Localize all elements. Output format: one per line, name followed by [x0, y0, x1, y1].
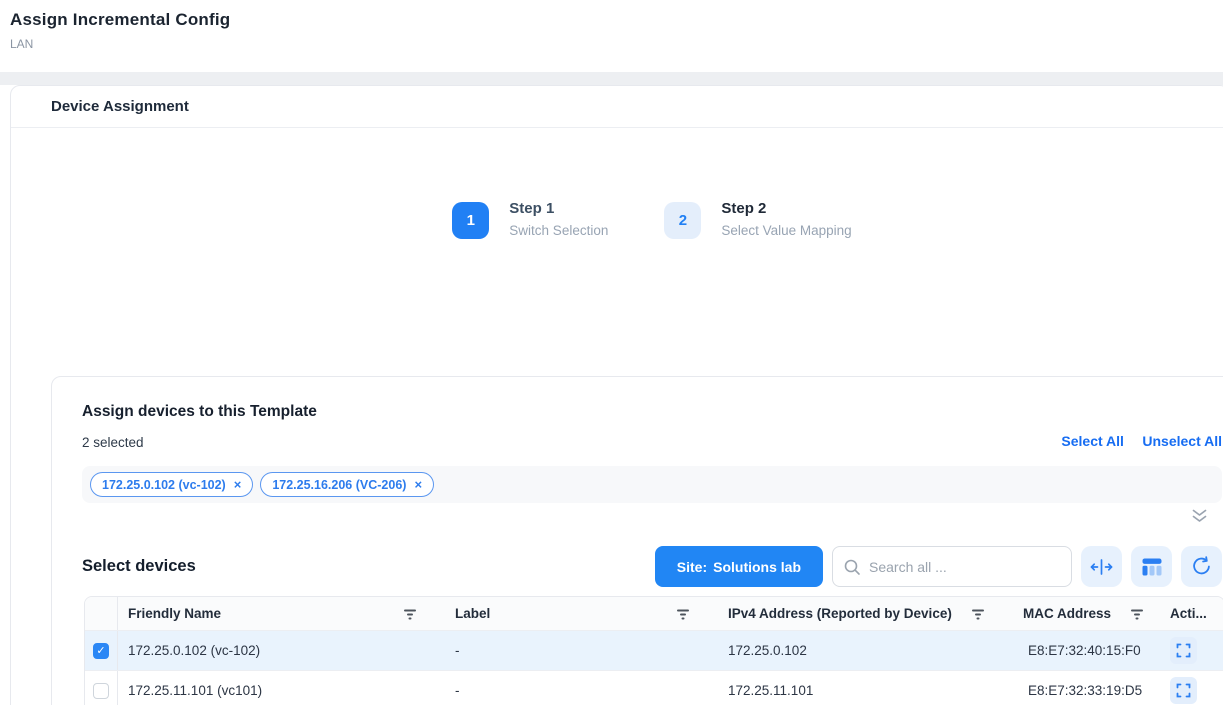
expand-row-button[interactable]	[1170, 677, 1197, 704]
friendly-name-cell: 172.25.0.102 (vc-102)	[118, 631, 445, 670]
search-input[interactable]	[869, 559, 1061, 575]
unselect-all-link[interactable]: Unselect All	[1142, 433, 1222, 449]
chip-remove-icon[interactable]: ×	[234, 478, 242, 491]
fit-columns-button[interactable]	[1081, 546, 1122, 587]
assignment-panel: Assign devices to this Template 2 select…	[51, 376, 1223, 705]
step-1-badge: 1	[452, 202, 489, 239]
label-cell: -	[445, 671, 718, 705]
col-label: IPv4 Address (Reported by Device)	[728, 606, 952, 621]
step-2-text: Step 2 Select Value Mapping	[721, 202, 851, 238]
chip-remove-icon[interactable]: ×	[414, 478, 422, 491]
expand-row-button[interactable]	[1170, 637, 1197, 664]
refresh-icon	[1191, 556, 1212, 577]
devices-table: Friendly Name Label	[84, 596, 1223, 705]
col-label: Friendly Name	[128, 606, 221, 621]
stepper-step-1[interactable]: 1 Step 1 Switch Selection	[452, 202, 608, 239]
col-header-mac: MAC Address	[1013, 597, 1158, 630]
label-cell: -	[445, 631, 718, 670]
filter-icon[interactable]	[676, 608, 690, 620]
assignment-title: Assign devices to this Template	[82, 403, 1222, 421]
background-band	[0, 72, 1223, 85]
step-1-text: Step 1 Switch Selection	[509, 202, 608, 238]
selection-summary-row: 2 selected Select All Unselect All	[82, 433, 1222, 451]
step-2-title: Step 2	[721, 200, 851, 217]
search-box	[832, 546, 1072, 587]
friendly-name-cell: 172.25.11.101 (vc101)	[118, 671, 445, 705]
stepper-step-2[interactable]: 2 Step 2 Select Value Mapping	[664, 202, 851, 239]
selected-device-chip[interactable]: 172.25.0.102 (vc-102) ×	[90, 472, 253, 497]
selection-links: Select All Unselect All	[1047, 433, 1222, 451]
table-columns-icon	[1142, 558, 1162, 576]
select-devices-title: Select devices	[82, 557, 196, 576]
row-checkbox[interactable]	[93, 683, 109, 699]
col-resize-icon	[1090, 559, 1113, 575]
chip-label: 172.25.0.102 (vc-102)	[102, 478, 226, 492]
expand-icon	[1176, 643, 1191, 658]
checkbox-cell	[85, 671, 118, 705]
selected-devices-band: 172.25.0.102 (vc-102) × 172.25.16.206 (V…	[82, 466, 1222, 503]
step-2-badge: 2	[664, 202, 701, 239]
stepper: 1 Step 1 Switch Selection 2 Step 2 Selec…	[11, 202, 1223, 239]
mac-cell: E8:E7:32:33:19:D5	[1013, 671, 1158, 705]
devices-toolbar: Select devices Site: Solutions lab	[82, 546, 1222, 587]
row-checkbox[interactable]: ✓	[93, 643, 109, 659]
card-title: Device Assignment	[51, 98, 189, 115]
double-chevron-down-icon[interactable]	[1191, 509, 1208, 528]
page-title: Assign Incremental Config	[10, 10, 1223, 30]
search-icon	[843, 558, 861, 576]
table-row[interactable]: ✓ 172.25.0.102 (vc-102) - 172.25.0.102 E…	[85, 630, 1223, 670]
site-filter-button[interactable]: Site: Solutions lab	[655, 546, 823, 587]
columns-button[interactable]	[1131, 546, 1172, 587]
table-header-row: Friendly Name Label	[85, 597, 1223, 630]
col-header-ipv4: IPv4 Address (Reported by Device)	[718, 597, 1013, 630]
top-header: Assign Incremental Config LAN	[0, 0, 1223, 72]
ipv4-cell: 172.25.11.101	[718, 671, 1013, 705]
col-header-label: Label	[445, 597, 718, 630]
filter-icon[interactable]	[971, 608, 985, 620]
table-row[interactable]: 172.25.11.101 (vc101) - 172.25.11.101 E8…	[85, 670, 1223, 705]
site-button-prefix: Site:	[677, 559, 707, 575]
checkbox-cell: ✓	[85, 631, 118, 670]
col-header-friendly-name: Friendly Name	[118, 597, 445, 630]
ipv4-cell: 172.25.0.102	[718, 631, 1013, 670]
card-header: Device Assignment	[11, 86, 1223, 128]
page: Assign Incremental Config LAN Device Ass…	[0, 0, 1223, 705]
collapse-row	[82, 503, 1222, 528]
selected-device-chip[interactable]: 172.25.16.206 (VC-206) ×	[260, 472, 434, 497]
col-label: MAC Address	[1023, 606, 1111, 621]
mac-cell: E8:E7:32:40:15:F0	[1013, 631, 1158, 670]
device-assignment-card: Device Assignment 1 Step 1 Switch Select…	[10, 85, 1223, 705]
refresh-button[interactable]	[1181, 546, 1222, 587]
toolbar-controls: Site: Solutions lab	[655, 546, 1222, 587]
check-icon: ✓	[96, 644, 105, 657]
page-subtitle: LAN	[10, 37, 1223, 51]
col-label: Label	[455, 606, 490, 621]
filter-icon[interactable]	[403, 608, 417, 620]
expand-icon	[1176, 683, 1191, 698]
step-2-subtitle: Select Value Mapping	[721, 223, 851, 238]
step-1-title: Step 1	[509, 200, 608, 217]
select-all-link[interactable]: Select All	[1061, 433, 1124, 449]
site-button-value: Solutions lab	[713, 559, 801, 575]
step-1-subtitle: Switch Selection	[509, 223, 608, 238]
actions-cell	[1158, 631, 1223, 670]
filter-icon[interactable]	[1130, 608, 1144, 620]
chip-label: 172.25.16.206 (VC-206)	[272, 478, 406, 492]
col-header-actions: Acti...	[1158, 597, 1223, 630]
col-label: Acti...	[1170, 606, 1207, 621]
selected-count: 2 selected	[82, 435, 144, 450]
actions-cell	[1158, 671, 1223, 705]
header-checkbox-cell	[85, 597, 118, 630]
